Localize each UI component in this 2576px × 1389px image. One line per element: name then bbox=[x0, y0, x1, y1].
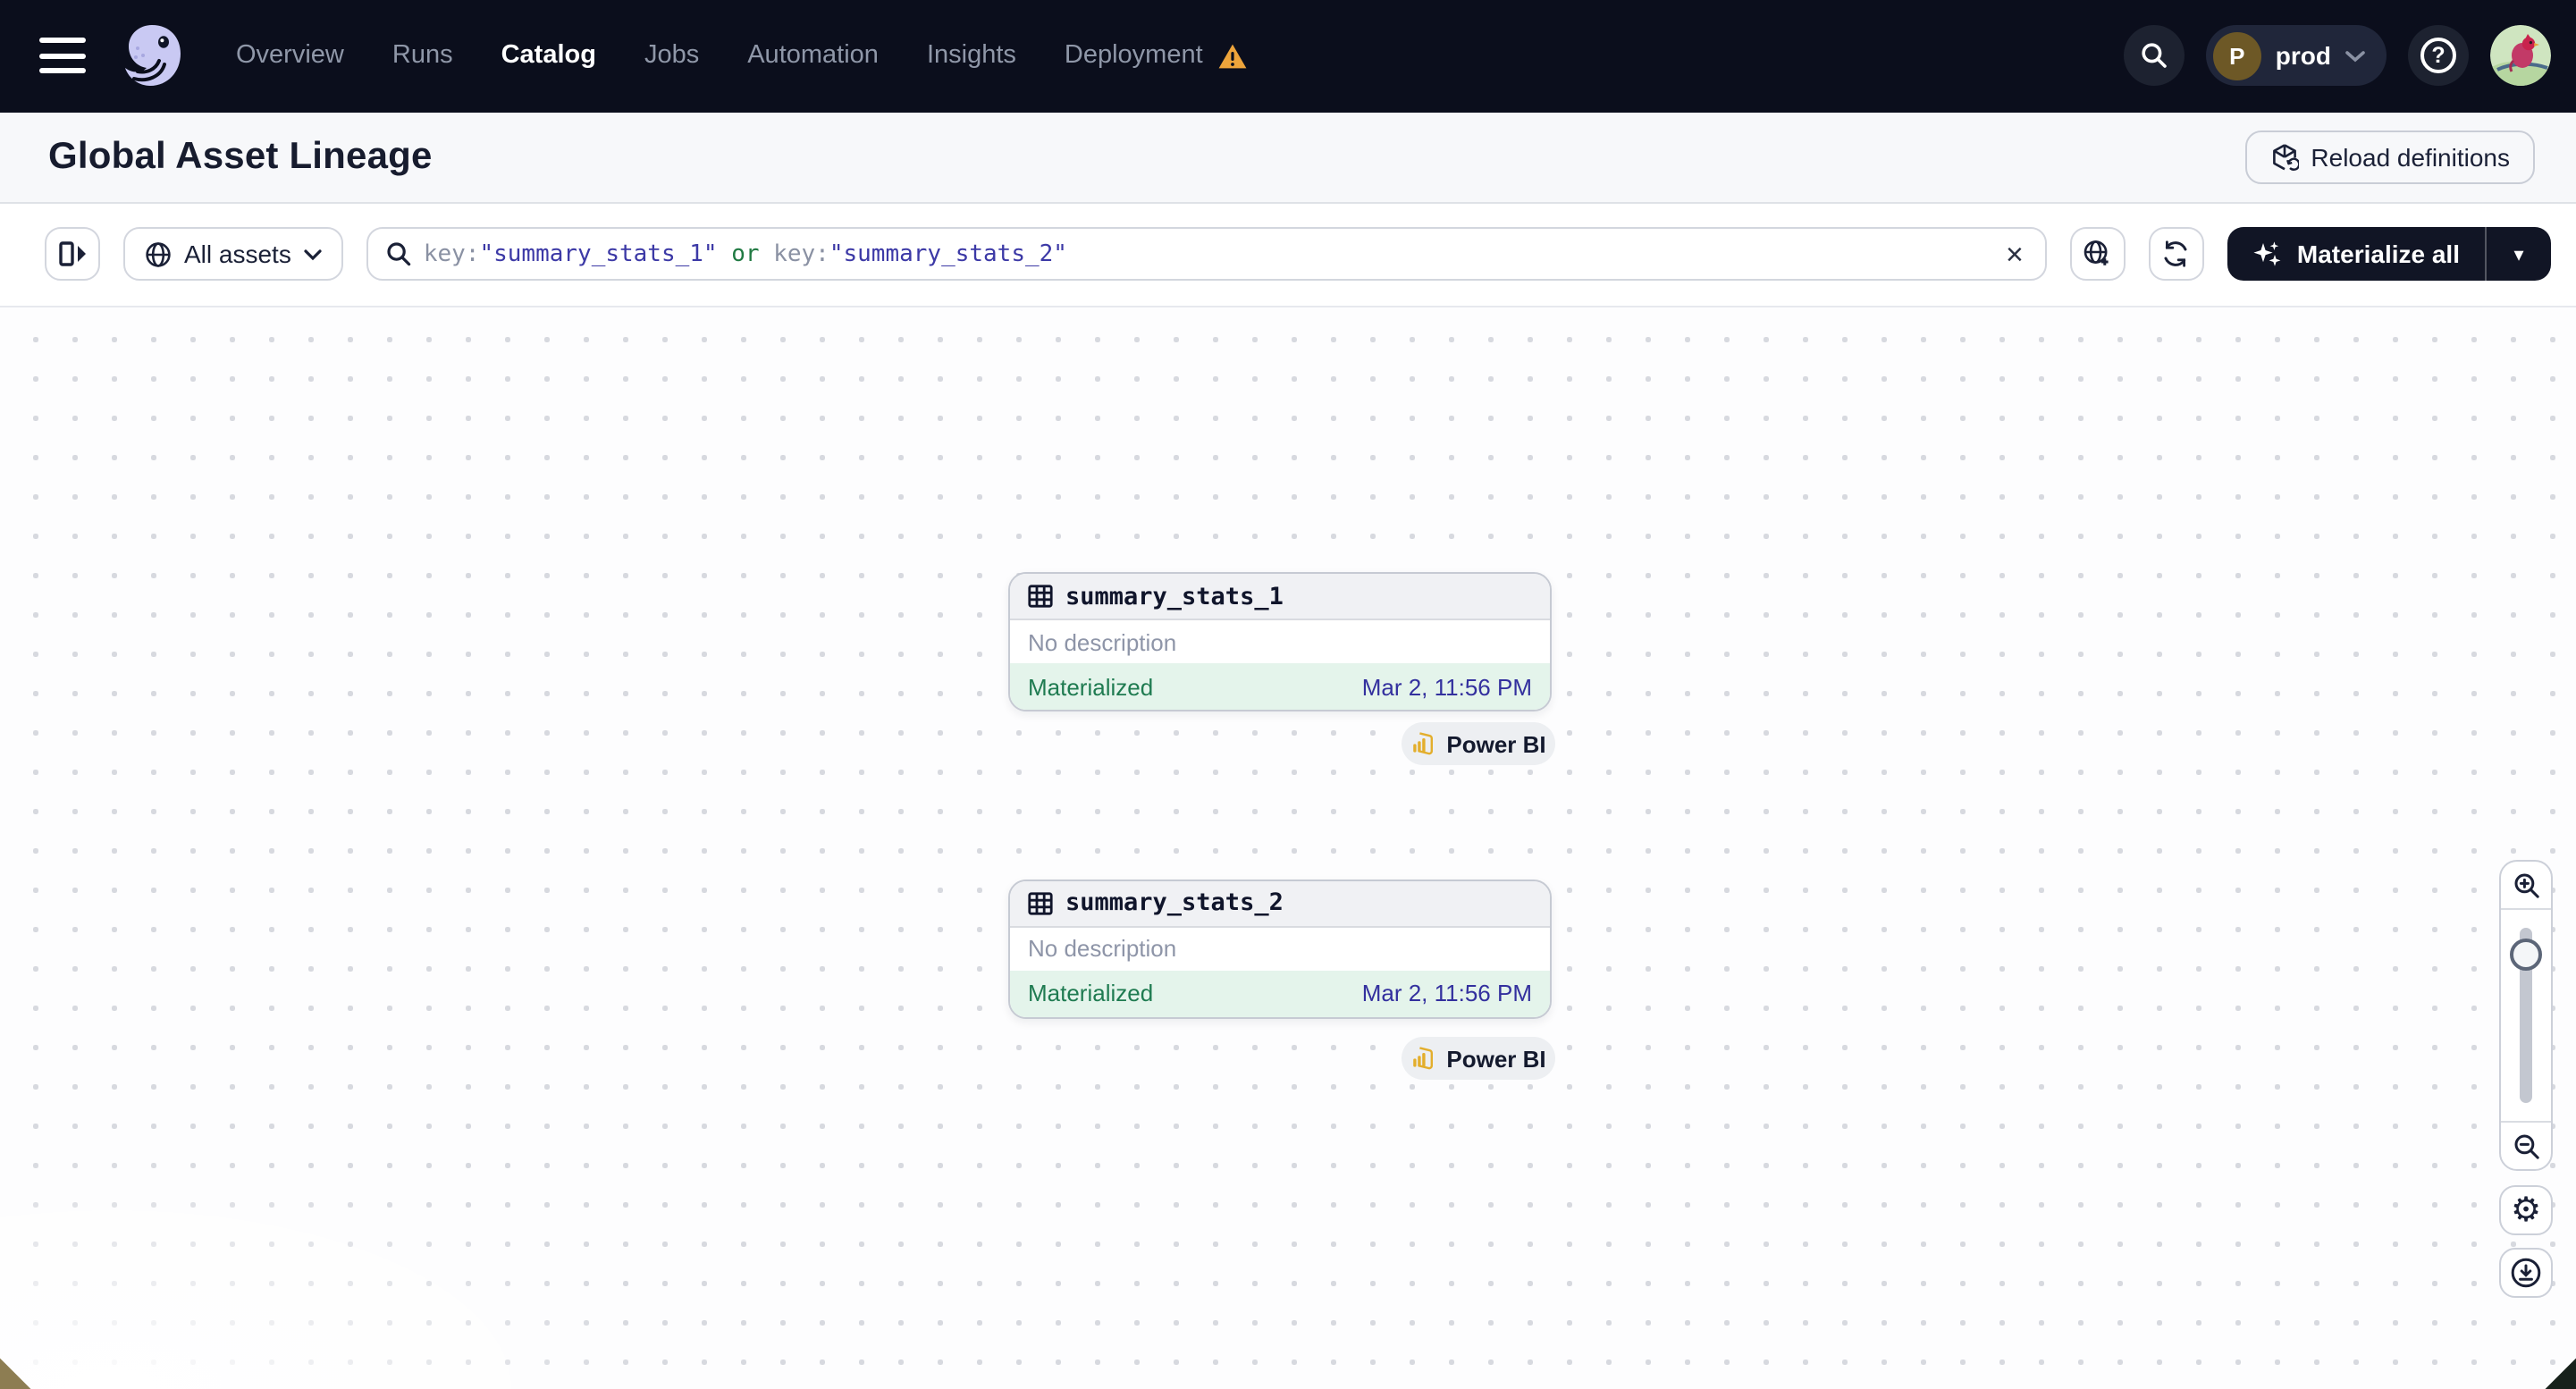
warning-icon bbox=[1217, 43, 1248, 70]
canvas-vignette bbox=[0, 1103, 751, 1389]
panel-right-open-icon bbox=[58, 241, 87, 266]
environment-switcher[interactable]: P prod bbox=[2205, 25, 2387, 87]
materialization-timestamp[interactable]: Mar 2, 11:56 PM bbox=[1362, 673, 1532, 700]
reload-definitions-label: Reload definitions bbox=[2311, 142, 2510, 171]
title-bar: Global Asset Lineage Reload definitions bbox=[0, 112, 2576, 203]
asset-scope-dropdown[interactable]: All assets bbox=[123, 227, 343, 281]
new-scope-button[interactable] bbox=[2069, 227, 2126, 281]
offscreen-element-corner-left bbox=[0, 1354, 35, 1389]
asset-name: summary_stats_2 bbox=[1065, 888, 1284, 917]
user-avatar[interactable] bbox=[2490, 25, 2551, 87]
environment-name: prod bbox=[2275, 41, 2331, 71]
chevron-down-icon bbox=[2345, 50, 2365, 63]
materialize-all-button: Materialize all ▾ bbox=[2227, 227, 2551, 281]
asset-node-summary-stats-2[interactable]: summary_stats_2 No description Materiali… bbox=[1008, 879, 1552, 1018]
asset-name: summary_stats_1 bbox=[1065, 582, 1284, 610]
asset-node-summary-stats-1[interactable]: summary_stats_1 No description Materiali… bbox=[1008, 572, 1552, 711]
zoom-slider-thumb[interactable] bbox=[2510, 939, 2542, 971]
open-left-panel-button[interactable] bbox=[45, 227, 100, 281]
asset-search-query: key:"summary_stats_1" or key:"summary_st… bbox=[424, 240, 1990, 267]
materialize-dropdown-button[interactable]: ▾ bbox=[2487, 227, 2551, 281]
hamburger-menu-icon[interactable] bbox=[39, 38, 86, 74]
search-icon bbox=[2140, 42, 2168, 71]
clear-search-icon[interactable]: × bbox=[2002, 239, 2027, 269]
query-key-token: key: bbox=[773, 240, 829, 267]
nav-item-deployment[interactable]: Deployment bbox=[1065, 42, 1248, 71]
zoom-control bbox=[2499, 860, 2553, 1171]
nav-item-jobs[interactable]: Jobs bbox=[644, 42, 699, 71]
zoom-in-icon bbox=[2513, 871, 2539, 898]
power-bi-tag[interactable]: Power BI bbox=[1402, 722, 1555, 765]
zoom-out-button[interactable] bbox=[2501, 1121, 2551, 1169]
query-value-token: "summary_stats_1" bbox=[479, 240, 718, 267]
nav-item-deployment-label: Deployment bbox=[1064, 41, 1203, 71]
chevron-down-icon bbox=[304, 248, 322, 260]
asset-node-header: summary_stats_1 bbox=[1010, 574, 1550, 620]
globe-icon bbox=[145, 240, 172, 267]
dagster-logo-icon[interactable] bbox=[114, 19, 189, 94]
table-icon bbox=[1028, 891, 1053, 914]
environment-avatar: P bbox=[2212, 31, 2261, 80]
search-icon bbox=[386, 241, 411, 266]
power-bi-tag[interactable]: Power BI bbox=[1402, 1037, 1555, 1080]
global-asset-lineage-page: Overview Runs Catalog Jobs Automation In… bbox=[0, 0, 2576, 1389]
page-title: Global Asset Lineage bbox=[48, 135, 433, 176]
reload-definitions-button[interactable]: Reload definitions bbox=[2244, 130, 2535, 183]
nav-item-catalog[interactable]: Catalog bbox=[501, 42, 596, 71]
nav-right-cluster: P prod ? bbox=[2123, 25, 2551, 87]
query-key-token: key: bbox=[423, 240, 480, 267]
status-badge: Materialized bbox=[1028, 980, 1154, 1006]
table-icon bbox=[1028, 585, 1053, 608]
status-badge: Materialized bbox=[1028, 673, 1154, 700]
sparkles-icon bbox=[2252, 239, 2283, 269]
asset-description: No description bbox=[1010, 620, 1550, 663]
asset-scope-label: All assets bbox=[184, 240, 291, 268]
refresh-button[interactable] bbox=[2148, 227, 2204, 281]
export-graph-button[interactable] bbox=[2499, 1248, 2553, 1298]
power-bi-tag-label: Power BI bbox=[1446, 730, 1546, 757]
top-nav: Overview Runs Catalog Jobs Automation In… bbox=[0, 0, 2576, 112]
primary-nav: Overview Runs Catalog Jobs Automation In… bbox=[236, 42, 1248, 71]
offscreen-element-corner-right bbox=[2541, 1354, 2576, 1389]
zoom-slider bbox=[2501, 910, 2551, 1121]
nav-item-automation[interactable]: Automation bbox=[747, 42, 879, 71]
zoom-in-button[interactable] bbox=[2501, 862, 2551, 910]
question-icon: ? bbox=[2420, 38, 2456, 74]
materialization-timestamp[interactable]: Mar 2, 11:56 PM bbox=[1362, 980, 1532, 1006]
asset-status-row: Materialized Mar 2, 11:56 PM bbox=[1010, 663, 1550, 710]
nav-item-runs[interactable]: Runs bbox=[392, 42, 453, 71]
graph-settings-button[interactable]: ⚙ bbox=[2499, 1185, 2553, 1235]
asset-status-row: Materialized Mar 2, 11:56 PM bbox=[1010, 970, 1550, 1016]
query-operator-token: or bbox=[717, 240, 774, 267]
power-bi-tag-label: Power BI bbox=[1446, 1045, 1546, 1072]
asset-node-header: summary_stats_2 bbox=[1010, 880, 1550, 927]
power-bi-icon bbox=[1410, 731, 1435, 756]
materialize-all-label: Materialize all bbox=[2296, 240, 2460, 268]
help-button[interactable]: ? bbox=[2408, 25, 2469, 87]
asset-search-input[interactable]: key:"summary_stats_1" or key:"summary_st… bbox=[366, 227, 2047, 281]
gear-icon: ⚙ bbox=[2510, 1190, 2542, 1229]
nav-item-overview[interactable]: Overview bbox=[236, 42, 344, 71]
zoom-out-icon bbox=[2513, 1132, 2539, 1159]
refresh-icon bbox=[2162, 240, 2191, 268]
lineage-canvas[interactable]: summary_stats_1 No description Materiali… bbox=[0, 307, 2576, 1389]
global-search-button[interactable] bbox=[2123, 25, 2185, 87]
asset-description: No description bbox=[1010, 927, 1550, 970]
cube-refresh-icon bbox=[2269, 142, 2299, 171]
globe-plus-icon bbox=[2084, 240, 2112, 268]
power-bi-icon bbox=[1410, 1046, 1435, 1071]
query-value-token: "summary_stats_2" bbox=[829, 240, 1067, 267]
materialize-all-main[interactable]: Materialize all bbox=[2227, 227, 2485, 281]
lineage-toolbar: All assets key:"summary_stats_1" or key:… bbox=[0, 203, 2576, 307]
nav-item-insights[interactable]: Insights bbox=[927, 42, 1016, 71]
circle-arrow-down-icon bbox=[2510, 1257, 2542, 1289]
